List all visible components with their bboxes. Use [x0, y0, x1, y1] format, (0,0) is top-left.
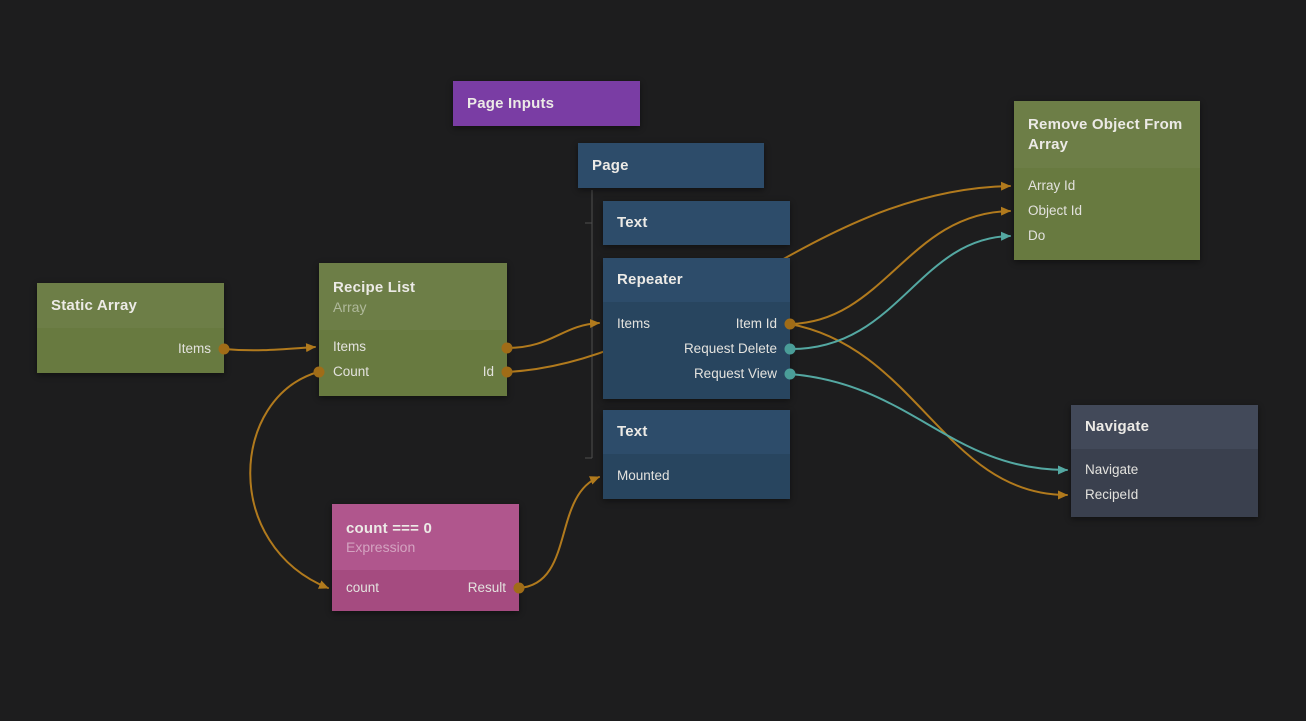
expression-node[interactable]: count === 0Expression count Result	[332, 504, 519, 611]
page-header[interactable]: Page	[578, 143, 764, 188]
input-port-count[interactable]: Count	[333, 362, 369, 382]
static-array-body: Items	[37, 328, 224, 373]
repeater-node[interactable]: Repeater Items Item Id Request Delete Reques…	[603, 258, 790, 399]
node-title: Navigate	[1085, 417, 1244, 436]
text-2-header[interactable]: Text	[603, 410, 790, 454]
input-port-recipeid[interactable]: RecipeId	[1085, 485, 1138, 505]
port-row: Request View	[603, 364, 790, 384]
node-title: Text	[617, 213, 776, 232]
input-port-items[interactable]: Items	[617, 314, 650, 334]
input-port-array-id[interactable]: Array Id	[1028, 176, 1075, 196]
recipe-list-node[interactable]: Recipe List Array Items Count Id	[319, 263, 507, 396]
output-port-id[interactable]: Id	[483, 362, 494, 382]
text-1-node[interactable]: Text	[603, 201, 790, 245]
remove-object-from-array-node[interactable]: Remove Object From Array Array Id Object I…	[1014, 101, 1200, 260]
input-port-mounted[interactable]: Mounted	[617, 466, 670, 486]
navigate-header[interactable]: Navigate	[1071, 405, 1258, 449]
output-port-request-delete[interactable]: Request Delete	[684, 339, 777, 359]
port-row: count Result	[332, 578, 519, 598]
output-port-request-view[interactable]: Request View	[694, 364, 777, 384]
port-dot-repeater-request-delete-out[interactable]	[785, 344, 796, 355]
input-port-object-id[interactable]: Object Id	[1028, 201, 1082, 221]
input-port-count[interactable]: count	[346, 578, 379, 598]
nodes-layer: Page InputsPageTextRepeaterItemsItem IdR…	[0, 0, 1306, 721]
output-port-items[interactable]: Items	[178, 339, 211, 359]
page-inputs-node[interactable]: Page Inputs	[453, 81, 640, 126]
output-port-result[interactable]: Result	[468, 578, 506, 598]
node-subtitle: Expression	[346, 539, 505, 555]
node-title: Remove Object From Array	[1028, 115, 1186, 153]
navigate-node[interactable]: Navigate Navigate RecipeId	[1071, 405, 1258, 517]
port-row: Array Id	[1014, 176, 1200, 196]
port-dot-expression-result-out[interactable]	[514, 583, 525, 594]
static-array-node[interactable]: Static Array Items	[37, 283, 224, 373]
page-node[interactable]: Page	[578, 143, 764, 188]
port-dot-static-array-items-out[interactable]	[219, 344, 230, 355]
node-title: Repeater	[617, 270, 776, 289]
recipe-list-body: Items Count Id	[319, 330, 507, 396]
port-row: Items Item Id	[603, 314, 790, 334]
input-port-do[interactable]: Do	[1028, 226, 1045, 246]
port-dot-repeater-item-id-out[interactable]	[785, 319, 796, 330]
node-subtitle: Array	[333, 299, 493, 315]
remove-object-from-array-header[interactable]: Remove Object From Array	[1014, 101, 1200, 168]
node-title: count === 0	[346, 519, 505, 538]
port-row: Navigate	[1071, 460, 1258, 480]
static-array-header[interactable]: Static Array	[37, 283, 224, 328]
node-title: Page	[592, 156, 750, 175]
port-dot-recipe-list-count-out[interactable]	[314, 367, 325, 378]
input-port-items[interactable]: Items	[333, 337, 366, 357]
port-row: Items	[319, 337, 507, 357]
port-row: Count Id	[319, 362, 507, 382]
text-2-body: Mounted	[603, 454, 790, 499]
text-2-node[interactable]: Text Mounted	[603, 410, 790, 499]
repeater-body: Items Item Id Request Delete Request View	[603, 302, 790, 399]
port-row: Items	[37, 339, 224, 359]
expression-body: count Result	[332, 570, 519, 611]
node-title: Static Array	[51, 296, 210, 315]
port-dot-recipe-list-items-out[interactable]	[502, 343, 513, 354]
recipe-list-header[interactable]: Recipe List Array	[319, 263, 507, 330]
text-1-header[interactable]: Text	[603, 201, 790, 245]
port-row: Request Delete	[603, 339, 790, 359]
output-port-item-id[interactable]: Item Id	[736, 314, 777, 334]
port-dot-repeater-request-view-out[interactable]	[785, 369, 796, 380]
remove-object-from-array-body: Array Id Object Id Do	[1014, 168, 1200, 260]
port-dot-recipe-list-id-out[interactable]	[502, 367, 513, 378]
node-title: Page Inputs	[467, 94, 626, 113]
port-row: Object Id	[1014, 201, 1200, 221]
navigate-body: Navigate RecipeId	[1071, 449, 1258, 517]
port-row: Mounted	[603, 466, 790, 486]
expression-header[interactable]: count === 0Expression	[332, 504, 519, 570]
node-graph-canvas[interactable]: Page InputsPageTextRepeaterItemsItem IdR…	[0, 0, 1306, 721]
port-row: RecipeId	[1071, 485, 1258, 505]
repeater-header[interactable]: Repeater	[603, 258, 790, 302]
input-port-navigate[interactable]: Navigate	[1085, 460, 1138, 480]
node-title: Recipe List	[333, 278, 493, 297]
node-title: Text	[617, 422, 776, 441]
page-inputs-header[interactable]: Page Inputs	[453, 81, 640, 126]
port-row: Do	[1014, 226, 1200, 246]
